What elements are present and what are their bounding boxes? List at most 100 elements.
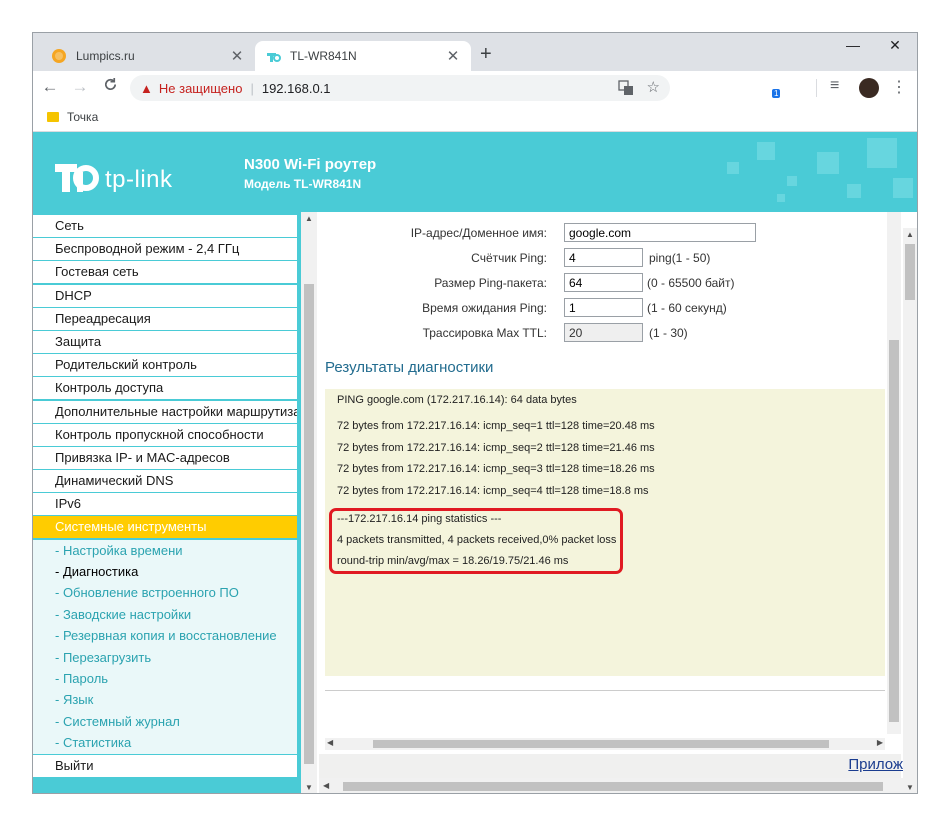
ping-timeout-input[interactable]: [564, 298, 643, 317]
tab-strip: Lumpics.ru ✕ TL-WR841N ✕ + — ✕: [33, 33, 917, 71]
submenu-system-log[interactable]: - Системный журнал: [33, 710, 297, 733]
max-ttl-hint: (1 - 30): [649, 326, 688, 340]
back-button[interactable]: ←: [39, 77, 61, 97]
submenu-factory-defaults[interactable]: - Заводские настройки: [33, 603, 297, 626]
minimize-button[interactable]: —: [833, 37, 873, 53]
scrollbar-thumb[interactable]: [304, 284, 314, 764]
reload-icon: [104, 77, 116, 90]
close-tab-icon[interactable]: ✕: [229, 47, 245, 65]
reading-list-icon[interactable]: ≡: [830, 77, 839, 95]
ip-domain-input[interactable]: [564, 223, 756, 242]
menu-item-guest-network[interactable]: Гостевая сеть: [33, 261, 297, 284]
bookmark-star-icon[interactable]: ☆: [647, 78, 660, 96]
scrollbar-thumb[interactable]: [373, 740, 829, 748]
menu-item-parental-control[interactable]: Родительский контроль: [33, 354, 297, 377]
ping-size-input[interactable]: [564, 273, 643, 292]
reload-button[interactable]: [99, 77, 121, 97]
profile-avatar[interactable]: [859, 78, 879, 98]
menu-item-dhcp[interactable]: DHCP: [33, 284, 297, 307]
menu-item-ddns[interactable]: Динамический DNS: [33, 470, 297, 493]
extension-glyph: ab: [795, 82, 807, 94]
result-line: PING google.com (172.217.16.14): 64 data…: [337, 394, 577, 406]
menu-item-wireless[interactable]: Беспроводной режим - 2,4 ГГц: [33, 238, 297, 261]
submenu-time-settings[interactable]: - Настройка времени: [33, 539, 297, 562]
extension-glyph: O: [683, 82, 691, 94]
menu-item-ipv6[interactable]: IPv6: [33, 493, 297, 516]
forward-button[interactable]: →: [69, 77, 91, 97]
max-ttl-input[interactable]: [564, 323, 643, 342]
page-horizontal-scrollbar[interactable]: ◀: [319, 778, 903, 793]
translate-icon[interactable]: [618, 80, 634, 96]
submenu-firmware-upgrade[interactable]: - Обновление встроенного ПО: [33, 582, 297, 604]
extension-glyph: ♫: [711, 82, 719, 94]
diagnostics-content: IP-адрес/Доменное имя: Счётчик Ping: pin…: [319, 212, 917, 793]
ping-count-input[interactable]: [564, 248, 643, 267]
tab-title: Lumpics.ru: [76, 49, 135, 63]
close-window-button[interactable]: ✕: [875, 37, 915, 54]
router-model: Модель TL-WR841N: [244, 177, 362, 191]
close-tab-icon[interactable]: ✕: [445, 47, 461, 65]
menu-item-network[interactable]: Сеть: [33, 215, 297, 237]
ping-timeout-label: Время ожидания Ping:: [422, 301, 547, 315]
result-line: 72 bytes from 172.217.16.14: icmp_seq=3 …: [337, 463, 655, 475]
menu-item-system-tools[interactable]: Системные инструменты: [33, 516, 297, 539]
vpn-globe-icon[interactable]: ◍: [734, 79, 752, 97]
browser-menu-icon[interactable]: ⋮: [891, 77, 907, 97]
scroll-right-arrow-icon[interactable]: ▶: [877, 738, 883, 747]
submenu-language[interactable]: - Язык: [33, 689, 297, 711]
results-title: Результаты диагностики: [325, 359, 494, 376]
browser-window: Lumpics.ru ✕ TL-WR841N ✕ + — ✕ ← → ▲ Не …: [32, 32, 918, 794]
submenu-password[interactable]: - Пароль: [33, 667, 297, 690]
toolbar-divider: [816, 79, 817, 97]
music-extension-icon[interactable]: ♫: [706, 79, 724, 97]
tplink-brand: tp-link: [105, 166, 173, 193]
tab-title: TL-WR841N: [290, 49, 357, 63]
opera-icon[interactable]: O: [678, 79, 696, 97]
ab-extension-icon[interactable]: ab: [792, 79, 810, 97]
ping-timeout-hint: (1 - 60 секунд): [647, 301, 727, 315]
content-vertical-scrollbar[interactable]: [887, 212, 901, 734]
new-tab-button[interactable]: +: [480, 43, 492, 66]
address-bar[interactable]: ▲ Не защищено | 192.168.0.1 ☆: [130, 75, 670, 101]
bookmark-label: Точка: [67, 110, 99, 124]
menu-scrollbar[interactable]: ▲ ▼: [301, 212, 317, 793]
security-label[interactable]: Не защищено: [159, 81, 243, 96]
menu-item-forwarding[interactable]: Переадресация: [33, 307, 297, 330]
max-ttl-label: Трассировка Max TTL:: [422, 326, 547, 340]
url-text[interactable]: 192.168.0.1: [262, 81, 331, 96]
submenu-diagnostics[interactable]: - Диагностика: [33, 561, 297, 583]
scroll-up-arrow-icon[interactable]: ▲: [305, 214, 313, 223]
submenu-reboot[interactable]: - Перезагрузить: [33, 646, 297, 668]
router-banner: tp-link N300 Wi-Fi роутер Модель TL-WR84…: [33, 132, 917, 212]
warning-icon: ▲: [140, 80, 153, 96]
scroll-left-arrow-icon[interactable]: ◀: [327, 738, 333, 747]
scroll-left-arrow-icon[interactable]: ◀: [323, 781, 329, 790]
page-vertical-scrollbar[interactable]: ▲ ▼: [903, 228, 917, 793]
tab-tl-wr841n[interactable]: TL-WR841N ✕: [255, 41, 471, 71]
tab-lumpics[interactable]: Lumpics.ru ✕: [41, 41, 255, 71]
menu-item-bandwidth-control[interactable]: Контроль пропускной способности: [33, 423, 297, 446]
scroll-down-arrow-icon[interactable]: ▼: [305, 783, 313, 792]
scroll-up-arrow-icon[interactable]: ▲: [906, 230, 914, 239]
submenu-statistics[interactable]: - Статистика: [33, 732, 297, 754]
result-line: 72 bytes from 172.217.16.14: icmp_seq=2 …: [337, 442, 655, 454]
scroll-down-arrow-icon[interactable]: ▼: [906, 783, 914, 792]
app-link[interactable]: Прилож: [848, 756, 903, 773]
bookmark-tochka[interactable]: Точка: [47, 110, 98, 124]
router-title: N300 Wi-Fi роутер: [244, 156, 377, 173]
content-horizontal-scrollbar[interactable]: ◀ ▶: [325, 738, 885, 750]
scrollbar-thumb[interactable]: [889, 340, 899, 722]
menu-item-ip-mac-binding[interactable]: Привязка IP- и MAC-адресов: [33, 446, 297, 469]
scrollbar-thumb[interactable]: [343, 782, 883, 791]
browser-toolbar: ← → ▲ Не защищено | 192.168.0.1 ☆ O ♫ ◍ …: [33, 71, 917, 105]
tplink-favicon-icon: [267, 53, 281, 62]
divider: [325, 690, 885, 691]
menu-item-logout[interactable]: Выйти: [33, 754, 297, 777]
scrollbar-thumb[interactable]: [905, 244, 915, 300]
menu-item-advanced-routing[interactable]: Дополнительные настройки маршрутизации: [33, 400, 297, 423]
submenu-backup-restore[interactable]: - Резервная копия и восстановление: [33, 625, 297, 647]
menu-item-security[interactable]: Защита: [33, 330, 297, 353]
router-page: tp-link N300 Wi-Fi роутер Модель TL-WR84…: [33, 132, 917, 793]
menu-item-access-control[interactable]: Контроль доступа: [33, 377, 297, 400]
decorative-pattern-icon: [727, 138, 913, 202]
